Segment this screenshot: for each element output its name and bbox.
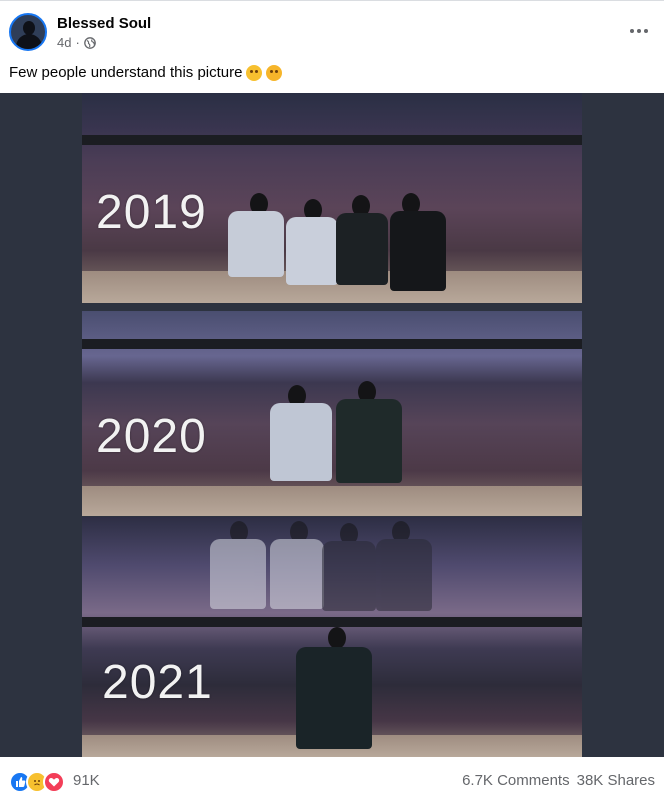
- year-label: 2019: [96, 186, 207, 239]
- pensive-face-icon: [266, 64, 283, 81]
- post-meta: 4d ·: [57, 35, 96, 50]
- year-label: 2021: [102, 656, 213, 709]
- more-options-icon[interactable]: [626, 22, 652, 40]
- top-divider: [0, 0, 664, 1]
- shares-count[interactable]: 38K Shares: [577, 772, 655, 789]
- post-caption: Few people understand this picture: [9, 64, 283, 81]
- post-time[interactable]: 4d: [57, 35, 71, 50]
- sand-bank: [82, 486, 582, 516]
- city-skyline: [82, 339, 582, 349]
- comments-count[interactable]: 6.7K Comments: [462, 772, 570, 789]
- photo-panel-2020: 2020: [82, 311, 582, 516]
- city-skyline: [82, 135, 582, 145]
- pleading-face-icon: [246, 64, 263, 81]
- avatar-body: [16, 34, 42, 49]
- post-photo-frame[interactable]: 2019 2020 2021: [0, 93, 664, 757]
- author-name[interactable]: Blessed Soul: [57, 15, 151, 32]
- more-dot: [644, 29, 648, 33]
- meta-separator: ·: [75, 35, 80, 50]
- globe-icon[interactable]: [83, 36, 96, 49]
- post-stats: 6.7K Comments 38K Shares: [462, 772, 655, 789]
- more-dot: [630, 29, 634, 33]
- love-icon: [43, 771, 65, 793]
- city-skyline: [82, 617, 582, 627]
- reaction-count[interactable]: 91K: [73, 772, 100, 789]
- post-photo[interactable]: 2019 2020 2021: [82, 93, 582, 757]
- reaction-icons[interactable]: [9, 771, 65, 793]
- photo-panel-2021: 2021: [82, 517, 582, 757]
- avatar[interactable]: [9, 13, 47, 51]
- more-dot: [637, 29, 641, 33]
- year-label: 2020: [96, 410, 207, 463]
- avatar-head: [23, 21, 35, 35]
- caption-text: Few people understand this picture: [9, 64, 243, 81]
- photo-panel-2019: 2019: [82, 93, 582, 303]
